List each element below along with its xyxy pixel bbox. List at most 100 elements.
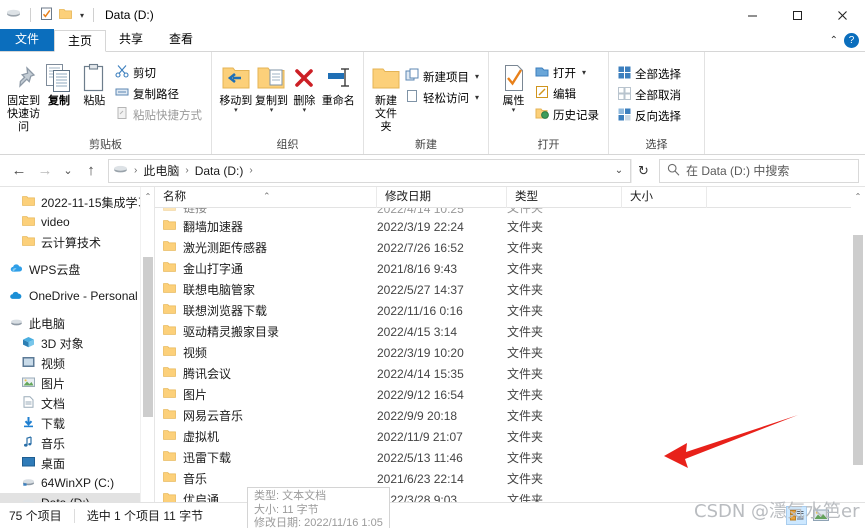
sidebar-item-documents[interactable]: 文档 xyxy=(0,393,154,413)
select-all-button[interactable]: 全部选择 xyxy=(615,63,684,84)
table-row[interactable]: 驱动精灵搬家目录 2022/4/15 3:14 文件夹 xyxy=(155,321,865,342)
table-row[interactable]: 迅雷下载 2022/5/13 11:46 文件夹 xyxy=(155,447,865,468)
file-list-scroll-up-icon[interactable]: ⌃ xyxy=(851,188,865,204)
row-type: 文件夹 xyxy=(507,346,544,360)
new-folder-button[interactable]: 新建 文件夹 xyxy=(370,57,402,134)
sidebar-item-music[interactable]: 音乐 xyxy=(0,433,154,453)
back-button[interactable]: ← xyxy=(6,158,32,184)
tab-view[interactable]: 查看 xyxy=(156,29,206,51)
copy-to-caret-icon[interactable]: ▾ xyxy=(270,107,274,114)
table-row[interactable]: 视频 2022/3/19 10:20 文件夹 xyxy=(155,342,865,363)
navpane-scroll-thumb[interactable] xyxy=(143,257,153,417)
drive-icon[interactable] xyxy=(6,7,21,23)
sidebar-item-label: OneDrive - Personal xyxy=(29,289,138,303)
tab-home[interactable]: 主页 xyxy=(54,30,107,52)
column-header-name[interactable]: 名称 ⌃ xyxy=(155,187,377,208)
copy-button[interactable]: 复制 xyxy=(41,57,76,108)
table-row[interactable]: 网易云音乐 2022/9/9 20:18 文件夹 xyxy=(155,405,865,426)
open-button[interactable]: 打开 ▾ xyxy=(532,62,602,83)
edit-button[interactable]: 编辑 xyxy=(532,83,602,104)
table-row[interactable]: 翻墙加速器 2022/3/19 22:24 文件夹 xyxy=(155,216,865,237)
breadcrumb-sep-2[interactable]: › xyxy=(245,165,256,176)
minimize-button[interactable] xyxy=(730,0,775,30)
navpane-scroll-up-icon[interactable]: ⌃ xyxy=(141,189,154,203)
copy-path-button[interactable]: 复制路径 xyxy=(112,83,205,104)
paste-button[interactable]: 粘贴 xyxy=(77,57,112,108)
invert-selection-button[interactable]: 反向选择 xyxy=(615,105,684,126)
delete-caret-icon[interactable]: ▾ xyxy=(303,107,307,114)
easy-access-caret-icon[interactable]: ▾ xyxy=(475,93,479,102)
maximize-button[interactable] xyxy=(775,0,820,30)
cut-button[interactable]: 剪切 xyxy=(112,62,205,83)
up-button[interactable]: ↑ xyxy=(78,158,104,184)
sidebar-item-desktop[interactable]: 桌面 xyxy=(0,453,154,473)
easy-access-button[interactable]: 轻松访问 ▾ xyxy=(402,87,482,108)
address-history-caret-icon[interactable]: ⌄ xyxy=(608,160,630,182)
sidebar-item-label: 云计算技术 xyxy=(41,235,102,250)
folder-icon xyxy=(163,429,176,444)
open-caret-icon[interactable]: ▾ xyxy=(582,68,586,77)
table-row[interactable]: 音乐 2021/6/23 22:14 文件夹 xyxy=(155,468,865,489)
move-to-button[interactable]: 移动到 ▾ xyxy=(218,57,254,114)
table-row[interactable]: 联想电脑管家 2022/5/27 14:37 文件夹 xyxy=(155,279,865,300)
properties-button[interactable]: 属性 ▾ xyxy=(495,57,532,114)
recent-locations-button[interactable]: ⌄ xyxy=(58,158,78,184)
table-row[interactable]: 图片 2022/9/12 16:54 文件夹 xyxy=(155,384,865,405)
tab-file[interactable]: 文件 xyxy=(0,29,55,51)
table-row[interactable]: 虚拟机 2022/11/9 21:07 文件夹 xyxy=(155,426,865,447)
new-folder-label-line2: 文件夹 xyxy=(374,108,397,133)
row-name-label: 驱动精灵搬家目录 xyxy=(183,325,280,339)
sidebar-item-downloads[interactable]: 下载 xyxy=(0,413,154,433)
customize-caret-icon[interactable]: ▾ xyxy=(80,11,84,20)
sidebar-item-64winxp-c[interactable]: 64WinXP (C:) xyxy=(0,473,154,493)
sidebar-item-video[interactable]: video xyxy=(0,212,154,232)
sidebar-item-label: 3D 对象 xyxy=(41,336,84,351)
sidebar-item-3d-objects[interactable]: 3D 对象 xyxy=(0,333,154,353)
documents-icon xyxy=(22,395,35,411)
table-row[interactable]: 腾讯会议 2022/4/14 15:35 文件夹 xyxy=(155,363,865,384)
copy-to-button[interactable]: 复制到 ▾ xyxy=(254,57,290,114)
new-item-button[interactable]: 新建项目 ▾ xyxy=(402,66,482,87)
row-name-label: 虚拟机 xyxy=(183,430,220,444)
sidebar-item-pictures[interactable]: 图片 xyxy=(0,373,154,393)
help-icon[interactable]: ? xyxy=(844,33,859,48)
table-row[interactable]: 链接 2022/4/14 10:25 文件夹 xyxy=(155,208,865,216)
new-folder-icon[interactable] xyxy=(59,8,72,23)
column-header-type[interactable]: 类型 xyxy=(507,187,622,208)
column-header-date[interactable]: 修改日期 xyxy=(377,187,507,208)
history-button[interactable]: 历史记录 xyxy=(532,104,602,125)
table-row[interactable]: 激光测距传感器 2022/7/26 16:52 文件夹 xyxy=(155,237,865,258)
properties-caret-icon[interactable]: ▾ xyxy=(512,107,516,114)
select-none-button[interactable]: 全部取消 xyxy=(615,84,684,105)
sidebar-item-onedrive[interactable]: OneDrive - Personal xyxy=(0,286,154,306)
breadcrumb-item-this-pc[interactable]: 此电脑 xyxy=(141,162,181,179)
sidebar-item-2022-11-15[interactable]: 2022-11-15集成学习 xyxy=(0,192,154,212)
breadcrumb-item-data-d[interactable]: Data (D:) xyxy=(193,164,246,178)
collapse-ribbon-icon[interactable]: ⌃ xyxy=(830,35,838,46)
sidebar-item-videos[interactable]: 视频 xyxy=(0,353,154,373)
search-box[interactable]: 在 Data (D:) 中搜索 xyxy=(659,158,859,183)
breadcrumb[interactable]: › 此电脑 › Data (D:) › ⌄ xyxy=(108,158,631,183)
new-item-caret-icon[interactable]: ▾ xyxy=(475,72,479,81)
paste-shortcut-button[interactable]: 粘贴快捷方式 xyxy=(112,104,205,125)
table-row[interactable]: 金山打字通 2021/8/16 9:43 文件夹 xyxy=(155,258,865,279)
forward-button[interactable]: → xyxy=(32,158,58,184)
tab-share[interactable]: 共享 xyxy=(106,29,156,51)
rename-button[interactable]: 重命名 xyxy=(320,57,357,108)
delete-button[interactable]: 删除 ▾ xyxy=(289,57,319,114)
file-list-scroll-thumb[interactable] xyxy=(853,235,863,465)
sidebar-item-wps-cloud[interactable]: WPS云盘 xyxy=(0,259,154,279)
pin-to-quick-access-button[interactable]: 固定到 快速访问 xyxy=(6,57,41,134)
file-list-scrollbar[interactable]: ⌃ ⌄ xyxy=(851,187,865,517)
sidebar-item-this-pc[interactable]: 此电脑 xyxy=(0,313,154,333)
column-header-size[interactable]: 大小 xyxy=(622,187,707,208)
table-row[interactable]: 联想浏览器下载 2022/11/16 0:16 文件夹 xyxy=(155,300,865,321)
move-to-caret-icon[interactable]: ▾ xyxy=(234,107,238,114)
refresh-button[interactable]: ↻ xyxy=(631,158,655,183)
navpane-scrollbar[interactable]: ⌃ ⌄ xyxy=(140,187,154,517)
properties-icon[interactable] xyxy=(40,7,53,23)
close-button[interactable] xyxy=(820,0,865,30)
row-date: 2022/4/14 10:25 xyxy=(377,208,464,216)
sidebar-item-cloud-computing[interactable]: 云计算技术 xyxy=(0,232,154,252)
column-header-blank[interactable] xyxy=(707,187,865,208)
